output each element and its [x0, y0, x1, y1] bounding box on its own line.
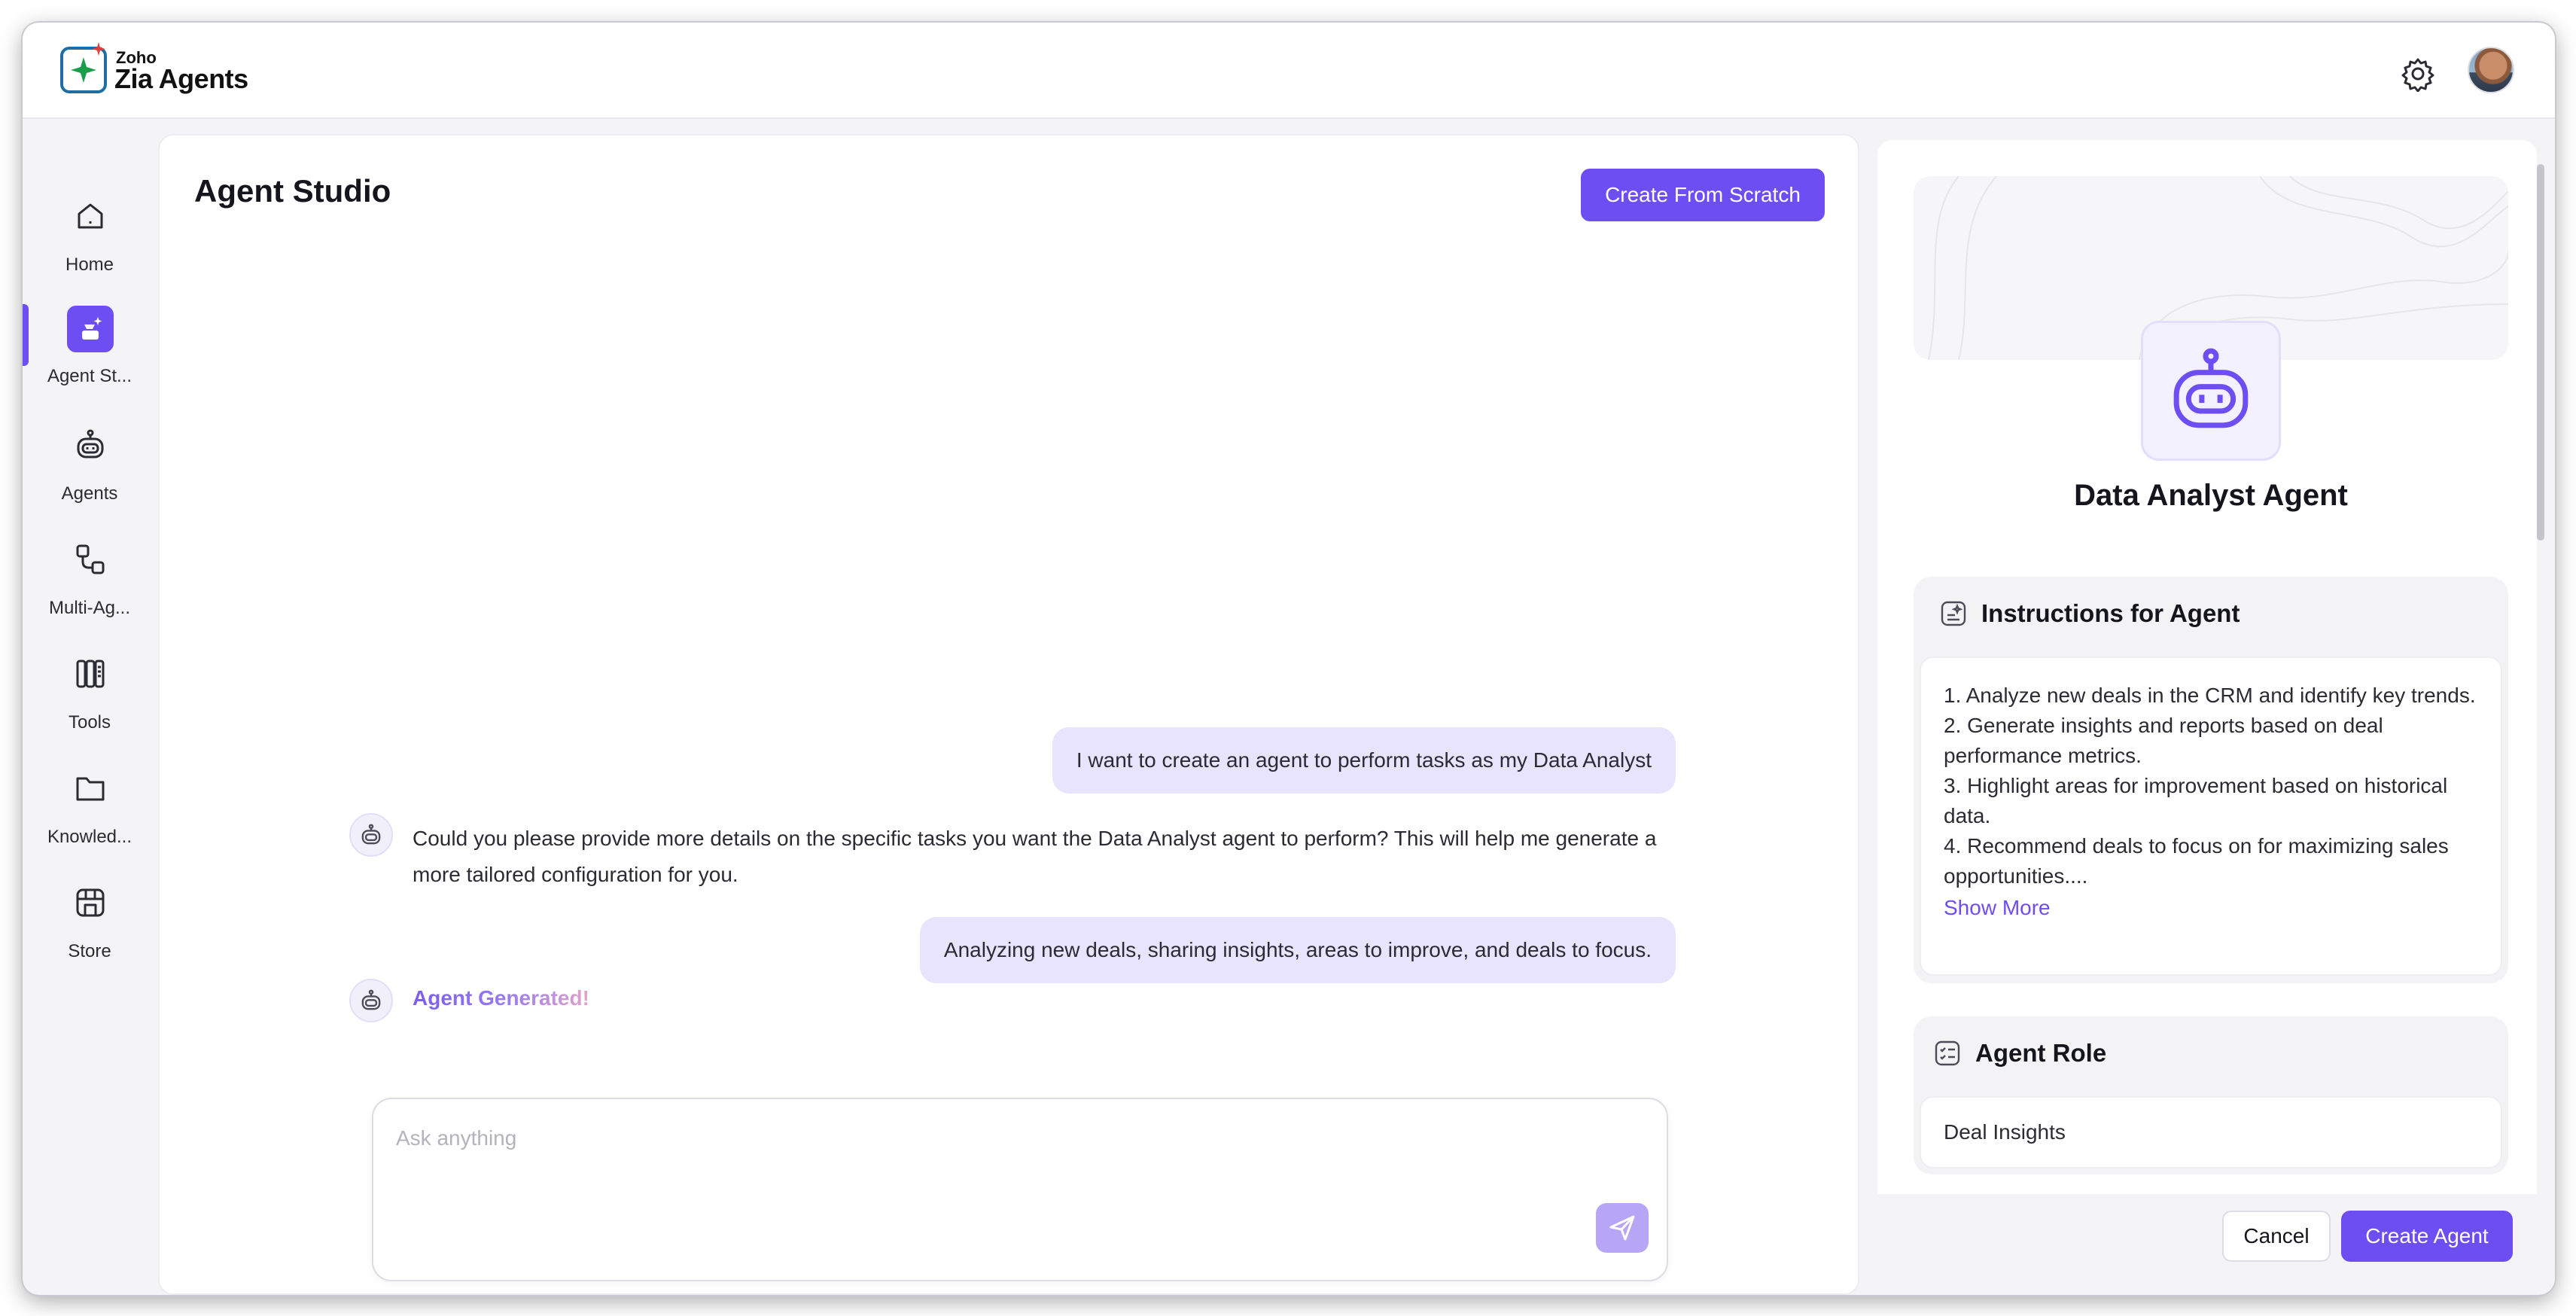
page-title: Agent Studio: [194, 173, 391, 209]
agent-role-value: Deal Insights: [1920, 1096, 2502, 1168]
sparkle-icon: [92, 42, 105, 56]
agent-robot-icon: [2141, 321, 2281, 461]
sidebar-item-label: Knowled...: [47, 827, 132, 847]
cancel-button[interactable]: Cancel: [2222, 1211, 2331, 1262]
agent-studio-icon: [67, 306, 114, 352]
user-avatar[interactable]: [2468, 47, 2514, 93]
user-message: Analyzing new deals, sharing insights, a…: [919, 917, 1676, 983]
sidebar-item-tools[interactable]: Tools: [23, 650, 157, 748]
sidebar-item-multi-agent[interactable]: Multi-Ag...: [23, 536, 157, 634]
instruction-line: 4. Recommend deals to focus on for maxim…: [1944, 834, 2449, 888]
send-button[interactable]: [1596, 1203, 1649, 1253]
sidebar-item-label: Home: [65, 254, 114, 275]
instructions-header: Instructions for Agent: [1939, 599, 2240, 628]
user-message: I want to create an agent to perform tas…: [1052, 727, 1676, 794]
sidebar-item-label: Store: [68, 941, 111, 961]
instruction-line: 1. Analyze new deals in the CRM and iden…: [1944, 684, 2476, 707]
instructions-section: Instructions for Agent 1. Analyze new de…: [1914, 577, 2508, 983]
top-bar: Zoho Zia Agents: [23, 23, 2555, 119]
sidebar-item-knowledge[interactable]: Knowled...: [23, 765, 157, 863]
chat-input[interactable]: [396, 1126, 1525, 1217]
sidebar-item-agent-studio[interactable]: Agent St...: [23, 300, 157, 398]
create-from-scratch-button[interactable]: Create From Scratch: [1581, 169, 1825, 221]
multi-agent-icon: [67, 536, 114, 583]
instructions-body: 1. Analyze new deals in the CRM and iden…: [1920, 656, 2502, 976]
role-icon: [1935, 1040, 1960, 1066]
agent-role-section: Agent Role Deal Insights: [1914, 1016, 2508, 1174]
agent-role-header: Agent Role: [1933, 1039, 2106, 1068]
sidebar-item-label: Agents: [61, 483, 118, 504]
bot-avatar-icon: [349, 979, 393, 1022]
instruction-line: 2. Generate insights and reports based o…: [1944, 714, 2383, 767]
sidebar-item-home[interactable]: Home: [23, 193, 157, 291]
scrollbar-thumb[interactable]: [2537, 164, 2544, 541]
instructions-icon: [1941, 601, 1966, 626]
agent-studio-panel: Agent Studio Create From Scratch I want …: [158, 134, 1859, 1295]
agent-preview-panel: Data Analyst Agent Instructions for Agen…: [1859, 134, 2555, 1295]
agent-preview-card: Data Analyst Agent Instructions for Agen…: [1877, 140, 2537, 1194]
tools-icon: [67, 650, 114, 697]
agent-name: Data Analyst Agent: [2074, 479, 2348, 512]
sidebar-item-label: Multi-Ag...: [48, 598, 131, 618]
section-title: Instructions for Agent: [1981, 599, 2240, 627]
gear-icon[interactable]: [2400, 56, 2436, 92]
robot-icon: [67, 422, 114, 468]
app-window: Zoho Zia Agents Home Agent St... Agents …: [23, 23, 2555, 1295]
scrollbar[interactable]: [2535, 164, 2546, 1203]
instruction-line: 3. Highlight areas for improvement based…: [1944, 774, 2448, 827]
store-icon: [67, 879, 114, 926]
show-more-link[interactable]: Show More: [1944, 893, 2051, 923]
send-icon: [1609, 1215, 1635, 1241]
bot-avatar-icon: [349, 813, 393, 857]
brand-name: Zia Agents: [114, 63, 248, 94]
bot-message: Could you please provide more details on…: [413, 827, 1657, 886]
sidebar-item-label: Agent St...: [47, 366, 132, 386]
sidebar-item-agents[interactable]: Agents: [23, 422, 157, 519]
create-agent-button[interactable]: Create Agent: [2341, 1211, 2513, 1262]
home-icon: [67, 193, 114, 239]
folder-icon: [67, 765, 114, 812]
sidebar-item-store[interactable]: Store: [23, 879, 157, 977]
agent-generated-status: Agent Generated!: [413, 986, 589, 1010]
sidebar: Home Agent St... Agents Multi-Ag... Tool…: [23, 120, 157, 1295]
section-title: Agent Role: [1975, 1039, 2107, 1067]
sidebar-item-label: Tools: [68, 712, 111, 733]
chat-composer: [372, 1098, 1668, 1281]
